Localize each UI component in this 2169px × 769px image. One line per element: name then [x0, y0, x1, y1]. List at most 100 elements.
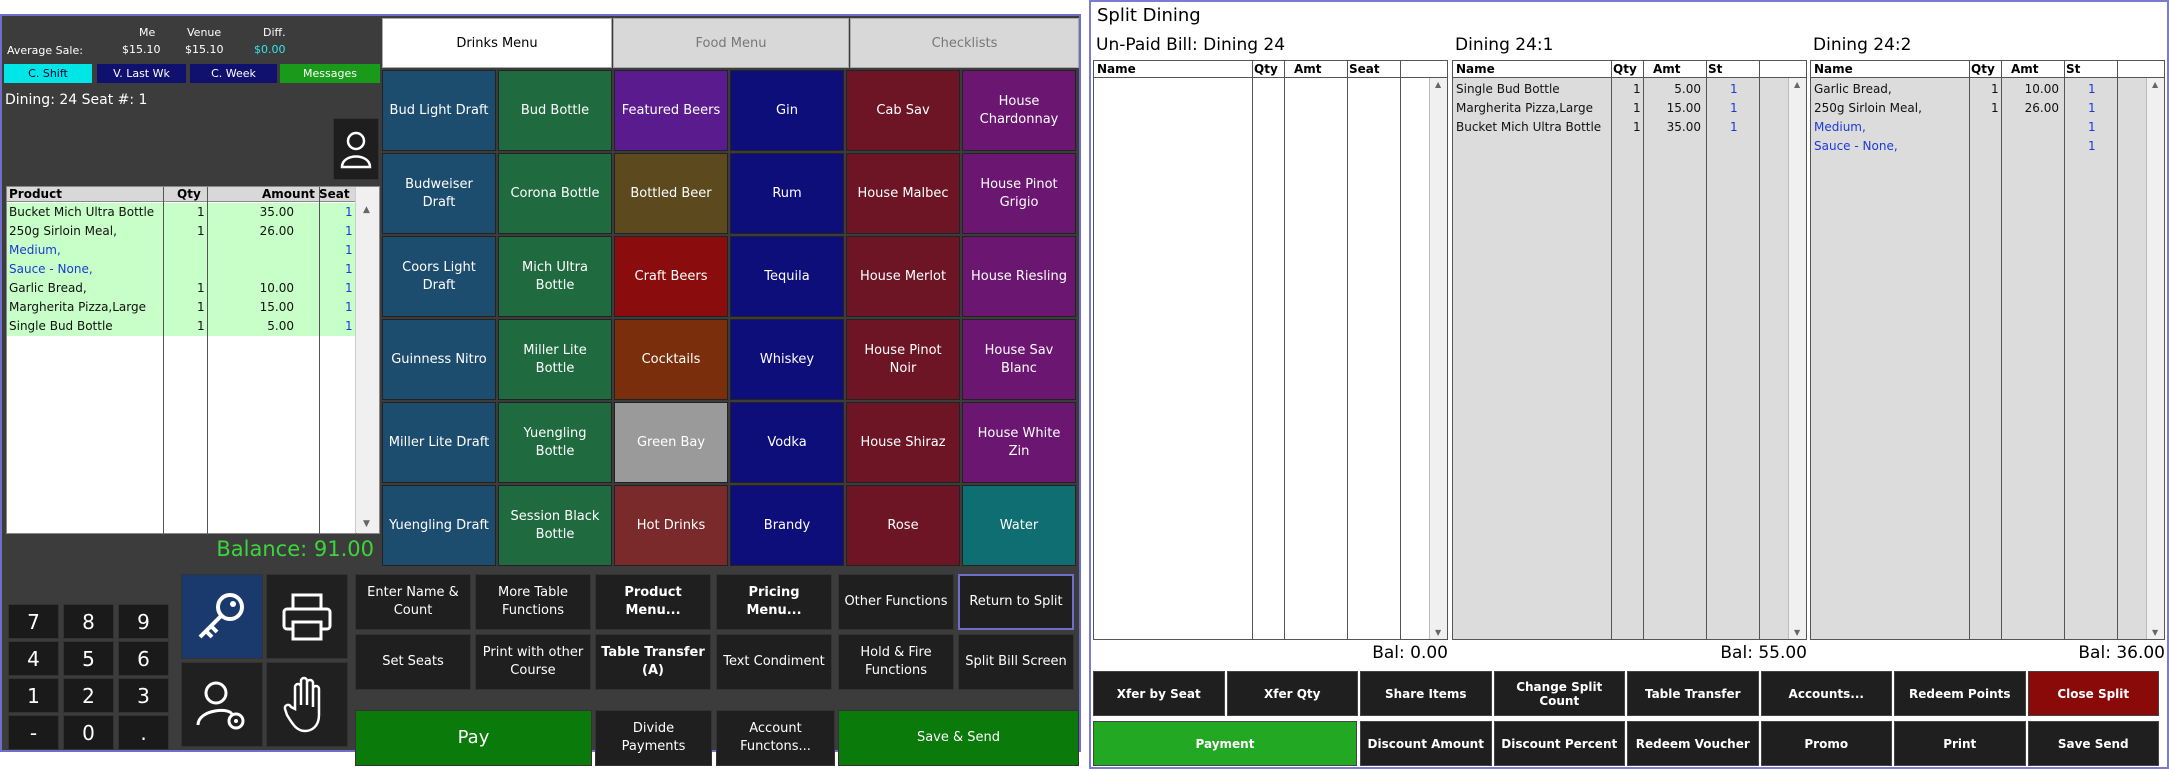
table-transfer-button[interactable]: Table Transfer: [1627, 671, 1759, 716]
enter-name-count-button[interactable]: Enter Name & Count: [355, 574, 471, 630]
table-row[interactable]: Single Bud Bottle 1 5.00 1: [7, 317, 356, 336]
discount-percent-button[interactable]: Discount Percent: [1493, 721, 1625, 766]
scroll-down-icon[interactable]: ▼: [363, 519, 370, 529]
keypad-key-8[interactable]: 8: [63, 604, 114, 639]
menu-item-yuengling-bottle[interactable]: Yuengling Bottle: [498, 402, 612, 483]
split-row[interactable]: Sauce - None, 1: [1811, 137, 2164, 156]
save-send-button[interactable]: Save & Send: [838, 710, 1079, 766]
keypad-key-4[interactable]: 4: [8, 641, 59, 676]
split-grid[interactable]: Name Qty Amt Seat ▲ ▼: [1093, 60, 1448, 640]
tab-checklists[interactable]: Checklists: [850, 18, 1079, 68]
redeem-points-button[interactable]: Redeem Points: [1894, 671, 2026, 716]
table-row[interactable]: Medium, 1: [7, 241, 356, 260]
keypad-key-2[interactable]: 2: [63, 678, 114, 713]
print-button[interactable]: Print: [1894, 721, 2026, 766]
menu-item-craft-beers[interactable]: Craft Beers: [614, 236, 728, 317]
return-to-split-button[interactable]: Return to Split: [958, 574, 1074, 630]
split-row[interactable]: Single Bud Bottle 1 5.00 1: [1453, 80, 1806, 99]
menu-item-green-bay[interactable]: Green Bay: [614, 402, 728, 483]
pricing-menu-button[interactable]: Pricing Menu...: [716, 574, 832, 630]
menu-item-house-pinot-noir[interactable]: House Pinot Noir: [846, 319, 960, 400]
menu-item-bud-bottle[interactable]: Bud Bottle: [498, 70, 612, 151]
table-row[interactable]: Sauce - None, 1: [7, 260, 356, 279]
menu-item-corona-bottle[interactable]: Corona Bottle: [498, 153, 612, 234]
xfer-by-seat-button[interactable]: Xfer by Seat: [1093, 671, 1225, 716]
menu-item-house-riesling[interactable]: House Riesling: [962, 236, 1076, 317]
scroll-up-icon[interactable]: ▲: [2152, 80, 2158, 89]
split-row[interactable]: 250g Sirloin Meal, 1 26.00 1: [1811, 99, 2164, 118]
share-items-button[interactable]: Share Items: [1360, 671, 1492, 716]
menu-item-gin[interactable]: Gin: [730, 70, 844, 151]
scroll-down-icon[interactable]: ▼: [2152, 628, 2158, 637]
keypad-key-0[interactable]: 0: [63, 715, 114, 750]
menu-item-yuengling-draft[interactable]: Yuengling Draft: [382, 485, 496, 566]
scroll-up-icon[interactable]: ▲: [363, 205, 370, 215]
table-row[interactable]: Garlic Bread, 1 10.00 1: [7, 279, 356, 298]
account-functions-button[interactable]: Account Functons...: [716, 710, 835, 766]
print-with-other-course-button[interactable]: Print with other Course: [475, 634, 591, 690]
save-send-button[interactable]: Save Send: [2027, 721, 2159, 766]
current-shift-button[interactable]: C. Shift: [4, 64, 92, 83]
keypad-key-5[interactable]: 5: [63, 641, 114, 676]
menu-item-miller-lite-draft[interactable]: Miller Lite Draft: [382, 402, 496, 483]
user-settings-button[interactable]: [181, 662, 263, 747]
menu-item-guinness-nitro[interactable]: Guinness Nitro: [382, 319, 496, 400]
menu-item-bud-light-draft[interactable]: Bud Light Draft: [382, 70, 496, 151]
more-table-functions-button[interactable]: More Table Functions: [475, 574, 591, 630]
current-week-button[interactable]: C. Week: [190, 64, 277, 83]
split-row[interactable]: Medium, 1: [1811, 118, 2164, 137]
pay-button[interactable]: Pay: [355, 710, 592, 766]
table-transfer-a-button[interactable]: Table Transfer (A): [595, 634, 711, 690]
split-grid[interactable]: Name Qty Amt St Single Bud Bottle 1 5.00 1 …: [1452, 60, 1807, 640]
venue-last-week-button[interactable]: V. Last Wk: [97, 64, 186, 83]
split-row[interactable]: Margherita Pizza,Large 1 15.00 1: [1453, 99, 1806, 118]
split-row[interactable]: Bucket Mich Ultra Bottle 1 35.00 1: [1453, 118, 1806, 137]
promo-button[interactable]: Promo: [1760, 721, 1892, 766]
scroll-down-icon[interactable]: ▼: [1435, 628, 1441, 637]
menu-item-cocktails[interactable]: Cocktails: [614, 319, 728, 400]
scroll-up-icon[interactable]: ▲: [1794, 80, 1800, 89]
menu-item-water[interactable]: Water: [962, 485, 1076, 566]
table-row[interactable]: Margherita Pizza,Large 1 15.00 1: [7, 298, 356, 317]
menu-item-brandy[interactable]: Brandy: [730, 485, 844, 566]
redeem-voucher-button[interactable]: Redeem Voucher: [1627, 721, 1759, 766]
split-grid-scrollbar[interactable]: ▲ ▼: [2146, 78, 2164, 639]
keypad-key-7[interactable]: 7: [8, 604, 59, 639]
xfer-qty-button[interactable]: Xfer Qty: [1226, 671, 1358, 716]
change-split-count-button[interactable]: Change Split Count: [1493, 671, 1625, 716]
close-split-button[interactable]: Close Split: [2027, 671, 2159, 716]
menu-item-house-chardonnay[interactable]: House Chardonnay: [962, 70, 1076, 151]
menu-item-vodka[interactable]: Vodka: [730, 402, 844, 483]
keypad-key-dot[interactable]: .: [118, 715, 169, 750]
customer-profile-button[interactable]: [333, 118, 379, 180]
split-grid-scrollbar[interactable]: ▲ ▼: [1429, 78, 1447, 639]
menu-item-house-shiraz[interactable]: House Shiraz: [846, 402, 960, 483]
messages-button[interactable]: Messages: [280, 64, 380, 83]
menu-item-house-white-zin[interactable]: House White Zin: [962, 402, 1076, 483]
keypad-key-9[interactable]: 9: [118, 604, 169, 639]
scroll-up-icon[interactable]: ▲: [1435, 80, 1441, 89]
product-list-scrollbar[interactable]: ▲ ▼: [355, 187, 379, 533]
discount-amount-button[interactable]: Discount Amount: [1360, 721, 1492, 766]
menu-item-house-malbec[interactable]: House Malbec: [846, 153, 960, 234]
tab-food-menu[interactable]: Food Menu: [613, 18, 849, 68]
split-row[interactable]: Garlic Bread, 1 10.00 1: [1811, 80, 2164, 99]
menu-item-bottled-beer[interactable]: Bottled Beer: [614, 153, 728, 234]
accounts-button[interactable]: Accounts...: [1760, 671, 1892, 716]
menu-item-miller-lite-bottle[interactable]: Miller Lite Bottle: [498, 319, 612, 400]
menu-item-budweiser-draft[interactable]: Budweiser Draft: [382, 153, 496, 234]
menu-item-house-sav-blanc[interactable]: House Sav Blanc: [962, 319, 1076, 400]
menu-item-house-merlot[interactable]: House Merlot: [846, 236, 960, 317]
menu-item-whiskey[interactable]: Whiskey: [730, 319, 844, 400]
split-bill-screen-button[interactable]: Split Bill Screen: [958, 634, 1074, 690]
menu-item-tequila[interactable]: Tequila: [730, 236, 844, 317]
keypad-key-6[interactable]: 6: [118, 641, 169, 676]
key-login-button[interactable]: [181, 574, 263, 659]
keypad-key-1[interactable]: 1: [8, 678, 59, 713]
print-button[interactable]: [266, 574, 348, 659]
menu-item-hot-drinks[interactable]: Hot Drinks: [614, 485, 728, 566]
text-condiment-button[interactable]: Text Condiment: [716, 634, 832, 690]
scroll-down-icon[interactable]: ▼: [1794, 628, 1800, 637]
other-functions-button[interactable]: Other Functions: [838, 574, 954, 630]
keypad-key-3[interactable]: 3: [118, 678, 169, 713]
